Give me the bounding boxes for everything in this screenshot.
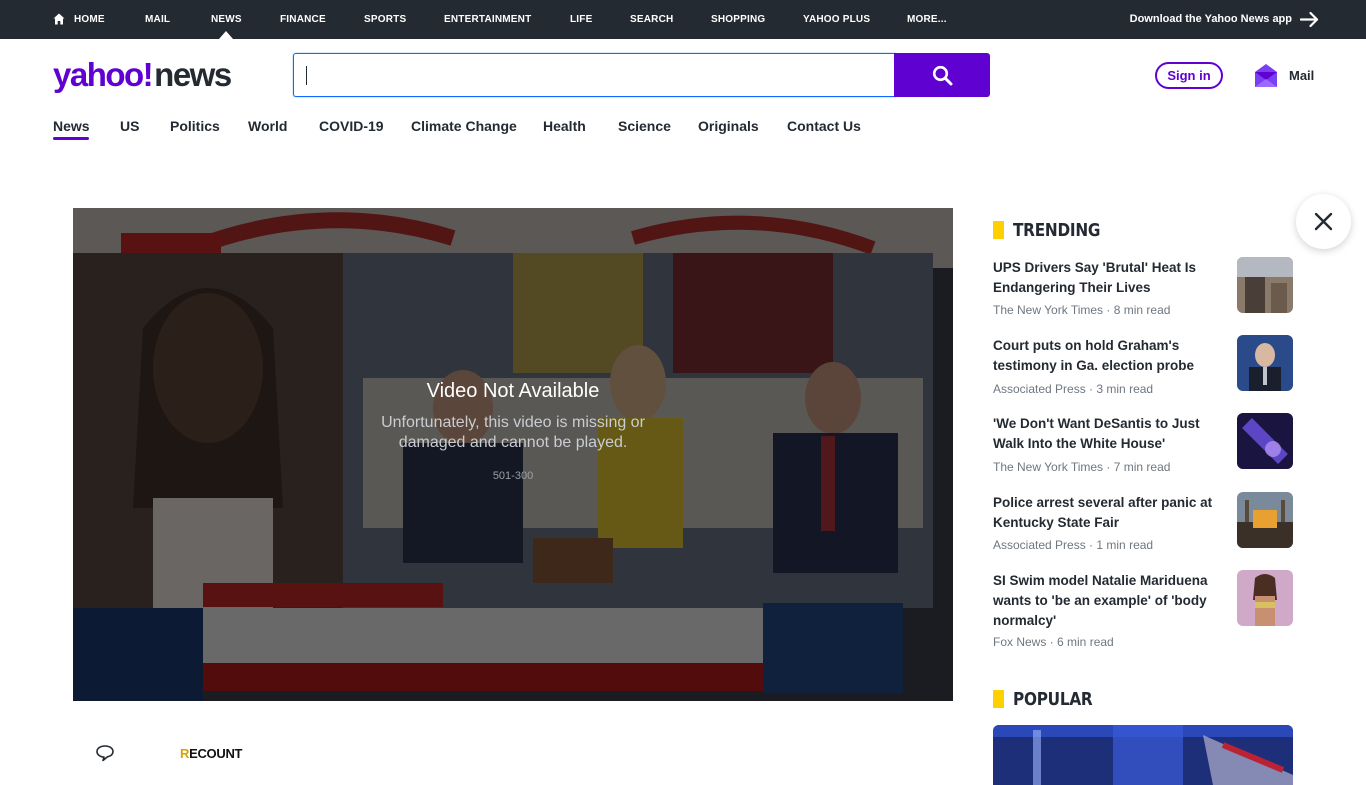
topnav-more[interactable]: MORE...: [907, 0, 947, 39]
home-icon[interactable]: [53, 13, 65, 25]
trending-item-title[interactable]: UPS Drivers Say 'Brutal' Heat Is Endange…: [993, 258, 1223, 298]
logo-section: news: [154, 56, 232, 93]
trending-item-source: Fox News: [993, 635, 1047, 649]
yahoo-news-logo[interactable]: yahoo!news: [53, 55, 232, 95]
trending-item-title[interactable]: Police arrest several after panic at Ken…: [993, 493, 1223, 533]
trending-item-source: The New York Times: [993, 460, 1104, 474]
mail-icon[interactable]: [1253, 61, 1279, 89]
recount-logo[interactable]: RECOUNT: [180, 746, 242, 761]
subnav-health[interactable]: Health: [543, 118, 586, 134]
download-app-link[interactable]: Download the Yahoo News app: [1130, 0, 1292, 39]
search-input[interactable]: [293, 53, 895, 97]
trending-item-title[interactable]: Court puts on hold Graham's testimony in…: [993, 336, 1223, 376]
trending-item-title[interactable]: SI Swim model Natalie Mariduena wants to…: [993, 571, 1223, 631]
trending-item-source: Associated Press: [993, 538, 1086, 552]
trending-item-meta: Associated Press · 3 min read: [993, 382, 1154, 396]
top-navigation-bar: HOME MAIL NEWS FINANCE SPORTS ENTERTAINM…: [0, 0, 1366, 39]
trending-item-read-time: 7 min read: [1113, 460, 1171, 474]
video-overlay: [73, 208, 953, 701]
subnav-science[interactable]: Science: [618, 118, 671, 134]
heading-accent-bar: [993, 690, 1004, 708]
topnav-shopping[interactable]: SHOPPING: [711, 0, 765, 39]
trending-item-title[interactable]: 'We Don't Want DeSantis to Just Walk Int…: [993, 414, 1223, 454]
logo-brand: yahoo!: [53, 56, 154, 93]
active-tab-indicator: [219, 31, 233, 39]
topnav-yahoo-plus[interactable]: YAHOO PLUS: [803, 0, 870, 39]
trending-item-meta: The New York Times · 7 min read: [993, 460, 1171, 474]
trending-item-meta: Associated Press · 1 min read: [993, 538, 1154, 552]
text-caret: [306, 66, 307, 85]
topnav-home[interactable]: HOME: [74, 0, 105, 39]
active-subnav-indicator: [53, 137, 89, 140]
trending-item-meta: Fox News · 6 min read: [993, 635, 1114, 649]
trending-item-read-time: 1 min read: [1096, 538, 1154, 552]
video-error-title: Video Not Available: [426, 380, 600, 402]
video-error-message: Unfortunately, this video is missing or …: [381, 414, 645, 451]
trending-item-read-time: 3 min read: [1096, 382, 1154, 396]
subnav-covid-19[interactable]: COVID-19: [319, 118, 384, 134]
arrow-right-icon[interactable]: [1300, 11, 1320, 28]
subnav-climate-change[interactable]: Climate Change: [411, 118, 517, 134]
search-button[interactable]: [894, 53, 990, 97]
trending-item-read-time: 6 min read: [1057, 635, 1114, 649]
trending-item-meta: The New York Times · 8 min read: [993, 303, 1171, 317]
recount-logo-text: RECOUNT: [180, 746, 243, 761]
trending-item-source: The New York Times: [993, 303, 1104, 317]
trending-thumbnail[interactable]: [1237, 492, 1293, 548]
trending-thumbnail[interactable]: [1237, 335, 1293, 391]
topnav-sports[interactable]: SPORTS: [364, 0, 406, 39]
subnav-us[interactable]: US: [120, 118, 139, 134]
topnav-mail[interactable]: MAIL: [145, 0, 170, 39]
subnav-politics[interactable]: Politics: [170, 118, 220, 134]
popular-story-image[interactable]: [993, 725, 1293, 785]
subnav-news[interactable]: News: [53, 118, 90, 134]
subnav-world[interactable]: World: [248, 118, 287, 134]
topnav-finance[interactable]: FINANCE: [280, 0, 326, 39]
trending-heading-text: TRENDING: [1013, 220, 1101, 241]
trending-item-source: Associated Press: [993, 382, 1086, 396]
comment-icon[interactable]: [95, 744, 115, 762]
trending-thumbnail[interactable]: [1237, 413, 1293, 469]
search-icon: [932, 65, 953, 86]
sign-in-button[interactable]: Sign in: [1155, 62, 1223, 89]
video-error-code: 501-300: [492, 470, 534, 482]
topnav-search[interactable]: SEARCH: [630, 0, 673, 39]
heading-accent-bar: [993, 221, 1004, 239]
subnav-originals[interactable]: Originals: [698, 118, 759, 134]
close-icon: [1314, 212, 1333, 231]
popular-heading-text: POPULAR: [1013, 689, 1093, 710]
topnav-life[interactable]: LIFE: [570, 0, 592, 39]
trending-item-read-time: 8 min read: [1113, 303, 1171, 317]
mail-link[interactable]: Mail: [1289, 68, 1314, 83]
close-button[interactable]: [1296, 194, 1351, 249]
trending-thumbnail[interactable]: [1237, 257, 1293, 313]
subnav-contact-us[interactable]: Contact Us: [787, 118, 861, 134]
trending-thumbnail[interactable]: [1237, 570, 1293, 626]
topnav-entertainment[interactable]: ENTERTAINMENT: [444, 0, 531, 39]
video-player[interactable]: Video Not Available Unfortunately, this …: [73, 208, 953, 701]
